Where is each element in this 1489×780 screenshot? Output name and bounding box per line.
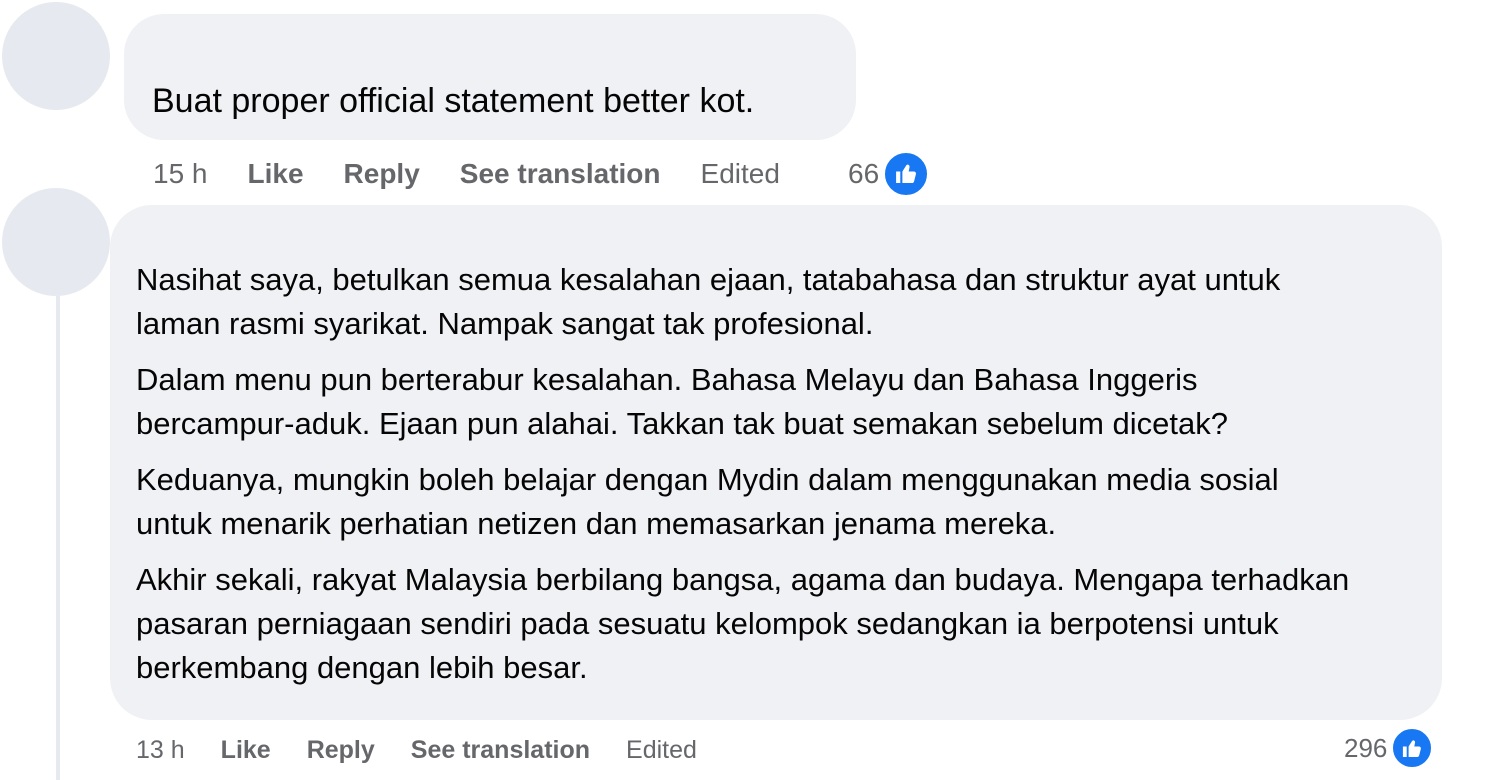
paragraph-line: untuk menarik perhatian netizen dan mema… — [136, 506, 1057, 541]
thumbs-up-icon — [883, 151, 930, 197]
comment-text: Buat proper official statement better ko… — [152, 82, 755, 120]
comment-paragraph: Akhir sekali, rakyat Malaysia berbilang … — [136, 558, 1426, 690]
comment-paragraph: Nasihat saya, betulkan semua kesalahan e… — [136, 258, 1426, 346]
reaction-count: 296 — [1344, 732, 1388, 763]
comment-timestamp[interactable]: 15 h — [153, 158, 208, 190]
like-button[interactable]: Like — [221, 736, 271, 765]
paragraph-line: pasaran perniagaan sendiri pada sesuatu … — [136, 606, 1279, 641]
reply-button[interactable]: Reply — [344, 158, 420, 190]
edited-label[interactable]: Edited — [626, 736, 697, 765]
reaction-summary[interactable]: 66 — [848, 150, 930, 198]
comment-text: Nasihat saya, betulkan semua kesalahan e… — [136, 258, 1426, 702]
comment-timestamp[interactable]: 13 h — [136, 736, 185, 765]
thread-line — [56, 296, 60, 780]
comment-actions: 15 h Like Reply See translation Edited — [153, 150, 780, 198]
avatar[interactable] — [2, 188, 110, 296]
paragraph-line: laman rasmi syarikat. Nampak sangat tak … — [136, 306, 874, 341]
reply-button[interactable]: Reply — [307, 736, 375, 765]
paragraph-line: berkembang dengan lebih besar. — [136, 650, 588, 685]
reaction-count: 66 — [848, 158, 880, 189]
comment-actions: 13 h Like Reply See translation Edited — [136, 728, 697, 772]
see-translation-link[interactable]: See translation — [460, 158, 661, 190]
paragraph-line: Akhir sekali, rakyat Malaysia berbilang … — [136, 562, 1350, 597]
paragraph-line: Nasihat saya, betulkan semua kesalahan e… — [136, 262, 1281, 297]
comment-paragraph: Dalam menu pun berterabur kesalahan. Bah… — [136, 358, 1426, 446]
paragraph-line: bercampur-aduk. Ejaan pun alahai. Takkan… — [136, 406, 1228, 441]
reaction-summary[interactable]: 296 — [1344, 726, 1434, 770]
thumbs-up-icon — [1391, 727, 1434, 769]
paragraph-line: Dalam menu pun berterabur kesalahan. Bah… — [136, 362, 1198, 397]
edited-label[interactable]: Edited — [701, 158, 780, 190]
like-button[interactable]: Like — [248, 158, 304, 190]
comments-section: Buat proper official statement better ko… — [0, 0, 1489, 780]
comment-paragraph: Keduanya, mungkin boleh belajar dengan M… — [136, 458, 1426, 546]
see-translation-link[interactable]: See translation — [411, 736, 590, 765]
paragraph-line: Keduanya, mungkin boleh belajar dengan M… — [136, 462, 1279, 497]
avatar[interactable] — [2, 2, 110, 110]
